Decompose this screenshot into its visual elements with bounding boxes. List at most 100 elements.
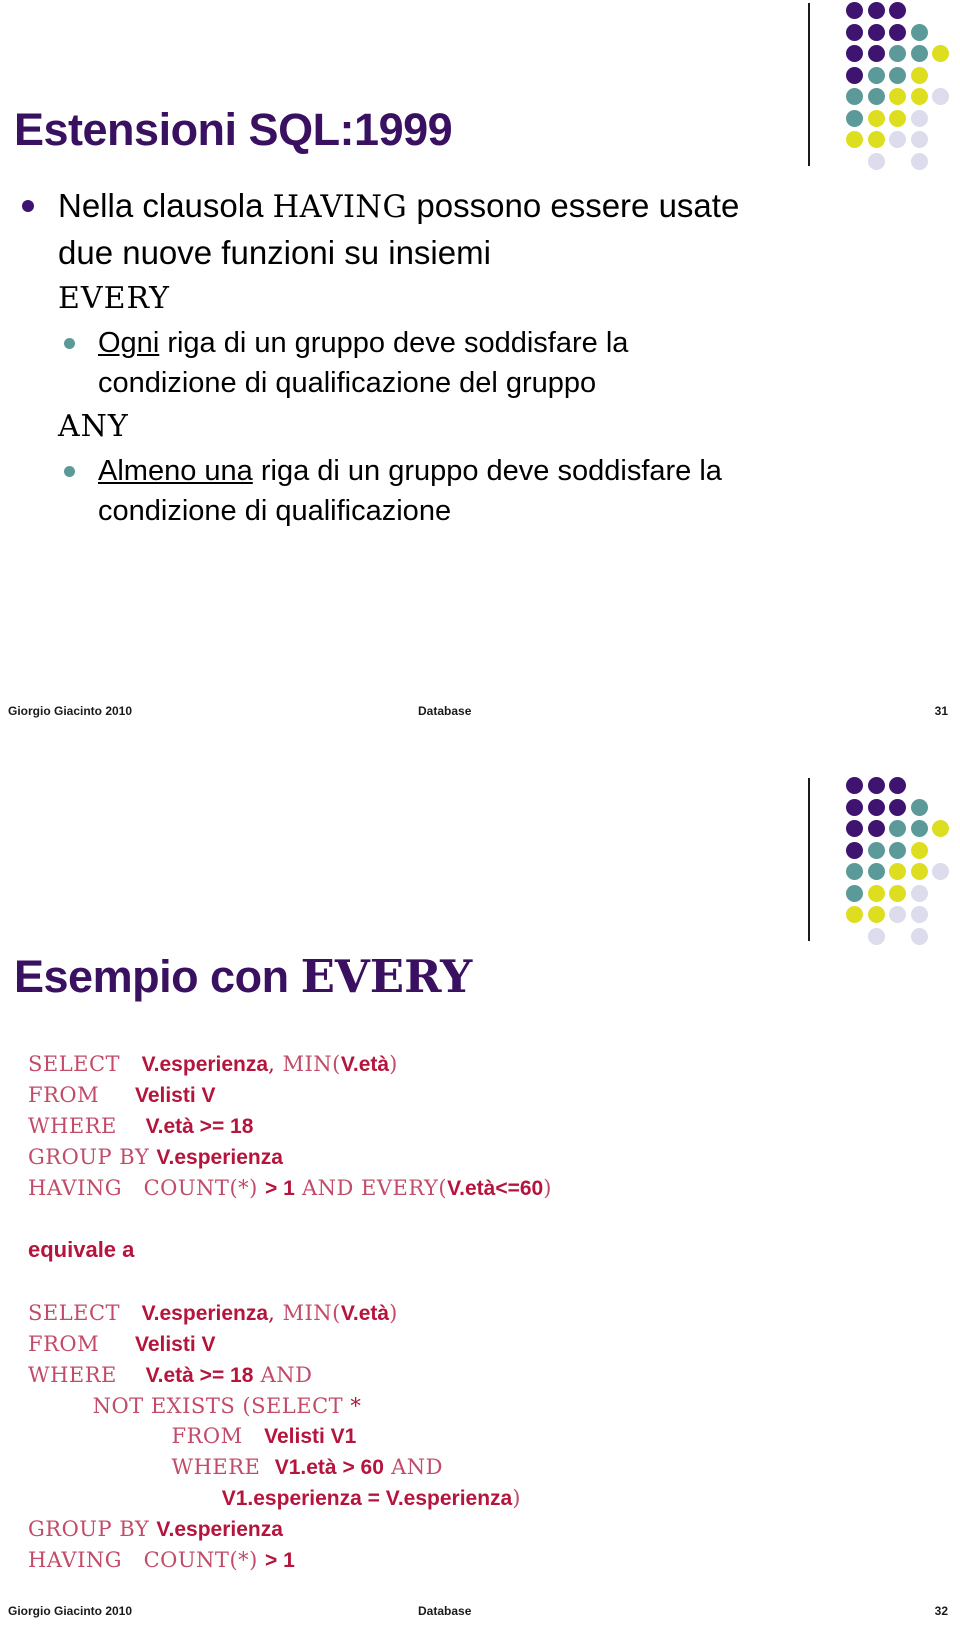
deco-dot bbox=[867, 45, 885, 62]
deco-dot bbox=[846, 66, 863, 84]
sql-keyword: COUNT(*) bbox=[143, 1176, 258, 1200]
deco-dot bbox=[910, 152, 928, 170]
deco-dot bbox=[867, 777, 885, 794]
footer-page-number: 32 bbox=[934, 1604, 948, 1618]
sql-keyword: WHERE bbox=[28, 1455, 275, 1479]
sub-bullet-text-line2: condizione di qualificazione del gruppo bbox=[98, 367, 597, 399]
sql-keyword: GROUP BY bbox=[28, 1517, 157, 1541]
sql-line: FROM Velisti V1 bbox=[28, 1421, 521, 1452]
deco-dot bbox=[889, 23, 906, 41]
sql-keyword bbox=[258, 1176, 265, 1200]
sql-identifier: Velisti V bbox=[134, 1084, 216, 1107]
keyword-line-any: ANY bbox=[58, 409, 129, 444]
sql-keyword: COUNT(*) bbox=[143, 1548, 258, 1572]
sql-keyword: WHERE bbox=[28, 1363, 146, 1387]
sql-keyword: NOT EXISTS (SELECT bbox=[28, 1394, 351, 1418]
deco-dot bbox=[910, 798, 928, 816]
sql-line: GROUP BY V.esperienza bbox=[28, 1514, 521, 1545]
deco-dot bbox=[889, 863, 906, 880]
sql-identifier: V.esperienza bbox=[156, 1518, 283, 1541]
deco-dot bbox=[889, 88, 906, 105]
deco-dot bbox=[846, 777, 863, 794]
sql-identifier: V.età<=60 bbox=[447, 1177, 544, 1200]
deco-dot bbox=[846, 109, 863, 127]
deco-dot bbox=[867, 820, 885, 837]
slide-2-footer: Giorgio Giacinto 2010 Database 32 bbox=[0, 1604, 960, 1620]
deco-dot bbox=[889, 66, 906, 84]
sql-keyword: FROM bbox=[28, 1424, 265, 1448]
deco-dot bbox=[932, 88, 949, 105]
sql-keyword: * bbox=[350, 1394, 362, 1418]
sql-line: HAVING COUNT(*) > 1 AND EVERY(V.età<=60) bbox=[28, 1173, 552, 1204]
sub-bullet-emphasis: Almeno una bbox=[98, 455, 253, 487]
bullet-text-part-b: possono essere usate bbox=[407, 187, 740, 224]
decorative-dot-motif-slide-1 bbox=[808, 0, 950, 172]
title-text: Esempio con bbox=[14, 951, 301, 1003]
deco-dot bbox=[910, 906, 928, 923]
sql-keyword: SELECT bbox=[28, 1052, 142, 1076]
deco-dot bbox=[932, 45, 949, 62]
deco-dot bbox=[889, 2, 906, 19]
deco-dot bbox=[889, 777, 906, 794]
deco-dot bbox=[846, 884, 863, 902]
sql-keyword: ) bbox=[543, 1176, 552, 1200]
deco-dot bbox=[867, 23, 885, 41]
slide-deck-page: Estensioni SQL:1999 Nella clausola HAVIN… bbox=[0, 0, 960, 1625]
sql-identifier: V.età >= 18 bbox=[145, 1364, 254, 1387]
slide-1-footer: Giorgio Giacinto 2010 Database 31 bbox=[0, 704, 960, 720]
sql-keyword: HAVING bbox=[28, 1176, 144, 1200]
sql-line: WHERE V1.età > 60 AND bbox=[28, 1452, 521, 1483]
deco-dot bbox=[910, 820, 928, 837]
deco-dot bbox=[889, 820, 906, 837]
keyword-line-every: EVERY bbox=[58, 281, 170, 316]
bullet-dot-icon bbox=[22, 200, 34, 212]
deco-dot bbox=[867, 798, 885, 816]
sql-identifier: V.esperienza bbox=[156, 1146, 283, 1169]
sql-query-block-1: SELECT V.esperienza, MIN(V.età) FROM Veli… bbox=[28, 1049, 552, 1204]
deco-dot bbox=[846, 820, 863, 837]
sql-keyword: HAVING bbox=[28, 1548, 144, 1572]
sql-keyword: SELECT bbox=[28, 1301, 142, 1325]
deco-dot bbox=[846, 906, 863, 923]
sql-keyword: ) bbox=[389, 1052, 398, 1076]
sql-identifier: > 1 bbox=[265, 1549, 295, 1572]
footer-author: Giorgio Giacinto 2010 bbox=[8, 1604, 133, 1618]
sub-bullet-any: Almeno una riga di un gruppo deve soddis… bbox=[14, 451, 914, 531]
deco-dot bbox=[867, 841, 885, 859]
deco-dot bbox=[846, 841, 863, 859]
deco-dot bbox=[910, 884, 928, 902]
sql-line: WHERE V.età >= 18 AND bbox=[28, 1360, 521, 1391]
sql-identifier: > 1 bbox=[265, 1177, 295, 1200]
sql-line: WHERE V.età >= 18 bbox=[28, 1111, 552, 1142]
sub-bullet-text: riga di un gruppo deve soddisfare la bbox=[159, 327, 629, 359]
sub-bullet-every: Ogni riga di un gruppo deve soddisfare l… bbox=[14, 323, 914, 403]
sql-identifier: V.esperienza bbox=[141, 1053, 269, 1076]
deco-dot bbox=[910, 927, 928, 945]
sql-line: GROUP BY V.esperienza bbox=[28, 1142, 552, 1173]
sql-identifier: V.età bbox=[340, 1053, 390, 1076]
deco-dot bbox=[846, 131, 863, 148]
sql-query-block-2: SELECT V.esperienza, MIN(V.età) FROM Veli… bbox=[28, 1298, 521, 1576]
sql-keyword: MIN( bbox=[282, 1301, 341, 1325]
sql-keyword bbox=[258, 1548, 265, 1572]
dot-grid bbox=[846, 2, 950, 170]
footer-author: Giorgio Giacinto 2010 bbox=[8, 704, 133, 718]
sub-bullet-dot-icon bbox=[64, 338, 75, 349]
sql-identifier: Velisti V1 bbox=[264, 1425, 357, 1448]
deco-dot bbox=[910, 66, 928, 84]
deco-dot bbox=[867, 884, 885, 902]
sql-identifier: V1.esperienza = V.esperienza bbox=[221, 1487, 513, 1510]
title-keyword-every: EVERY bbox=[300, 950, 473, 1004]
sql-identifier: V.età bbox=[340, 1302, 390, 1325]
footer-page-number: 31 bbox=[934, 704, 948, 718]
deco-dot bbox=[910, 109, 928, 127]
deco-dot bbox=[910, 131, 928, 148]
deco-dot bbox=[867, 152, 885, 170]
deco-dot bbox=[889, 841, 906, 859]
bullet-text-line2: due nuove funzioni su insiemi bbox=[58, 234, 491, 271]
sql-line: FROM Velisti V bbox=[28, 1080, 552, 1111]
sql-keyword: MIN( bbox=[282, 1052, 341, 1076]
deco-dot bbox=[867, 2, 885, 19]
keyword-having: HAVING bbox=[272, 190, 408, 225]
slide-1-body: Nella clausola HAVING possono essere usa… bbox=[14, 183, 914, 531]
